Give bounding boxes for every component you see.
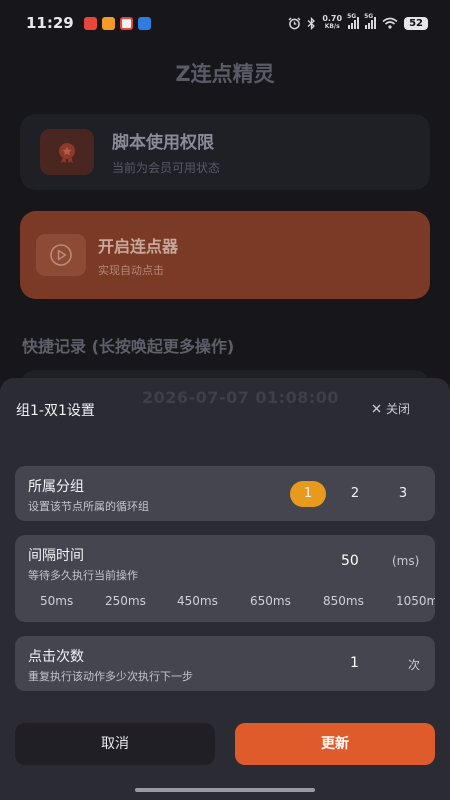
close-label: 关闭 (386, 402, 411, 416)
cancel-button[interactable]: 取消 (15, 723, 215, 765)
app-orange-icon (101, 16, 115, 30)
count-title: 点击次数 (28, 649, 84, 665)
start-title: 开启连点器 (98, 236, 179, 256)
sheet-title: 组1-双1设置 (16, 403, 95, 419)
interval-subtitle: 等待多久执行当前操作 (28, 569, 138, 582)
settings-sheet: 2026-07-07 01:08:00 组1-双1设置 关闭 所属分组 设置该节… (0, 378, 450, 800)
interval-unit: (ms) (392, 554, 420, 568)
preset-option[interactable]: 50ms (40, 594, 73, 608)
close-icon (372, 404, 381, 413)
status-time: 11:29 (26, 14, 74, 32)
permission-title: 脚本使用权限 (112, 133, 214, 153)
wifi-icon (382, 17, 398, 29)
status-bar: 11:29 0.70 KB/s 5G 5G 52 (0, 0, 450, 46)
interval-panel: 间隔时间 等待多久执行当前操作 50 (ms) 50ms 250ms 450ms… (15, 535, 435, 622)
count-unit: 次 (408, 658, 421, 672)
signal-icon: 5G (347, 13, 360, 29)
permission-text: 脚本使用权限 当前为会员可用状态 (112, 128, 220, 176)
interval-title: 间隔时间 (28, 548, 84, 564)
play-icon (36, 234, 86, 276)
interval-presets: 50ms 250ms 450ms 650ms 850ms 1050ms (15, 594, 435, 610)
app-red-icon (83, 16, 97, 30)
preset-option[interactable]: 1050ms (396, 594, 435, 608)
count-subtitle: 重复执行该动作多少次执行下一步 (28, 670, 193, 683)
permission-subtitle: 当前为会员可用状态 (112, 161, 221, 175)
start-clicker-card[interactable]: 开启连点器 实现自动点击 (20, 211, 430, 299)
preset-option[interactable]: 450ms (177, 594, 218, 608)
close-button[interactable]: 关闭 (372, 400, 410, 417)
net-speed-unit: KB/s (324, 23, 340, 30)
count-input[interactable]: 1 (350, 655, 359, 671)
count-panel: 点击次数 重复执行该动作多少次执行下一步 1 次 (15, 636, 435, 691)
bluetooth-icon (307, 16, 316, 30)
signal-icon: 5G (364, 13, 377, 29)
app-blue-icon (137, 16, 151, 30)
group-subtitle: 设置该节点所属的循环组 (28, 500, 149, 513)
group-option-3[interactable]: 3 (385, 481, 421, 507)
home-indicator[interactable] (135, 788, 315, 792)
records-section-title: 快捷记录 (长按唤起更多操作) (22, 337, 235, 356)
signal-label: 5G (364, 13, 374, 20)
group-title: 所属分组 (28, 479, 84, 495)
battery-icon: 52 (404, 16, 428, 30)
notification-icons (83, 16, 151, 30)
group-option-1[interactable]: 1 (290, 481, 326, 507)
net-speed: 0.70 KB/s (322, 15, 342, 31)
group-panel: 所属分组 设置该节点所属的循环组 1 2 3 (15, 466, 435, 521)
net-speed-value: 0.70 (322, 14, 343, 23)
preset-option[interactable]: 650ms (250, 594, 291, 608)
update-button[interactable]: 更新 (235, 723, 435, 765)
signal-label: 5G (347, 13, 357, 20)
preset-option[interactable]: 850ms (323, 594, 364, 608)
preset-option[interactable]: 250ms (105, 594, 146, 608)
interval-input[interactable]: 50 (341, 553, 359, 569)
app-red-wave-icon (119, 16, 133, 30)
app-title: Z连点精灵 (175, 62, 275, 86)
permission-card[interactable]: 脚本使用权限 当前为会员可用状态 (20, 114, 430, 190)
start-subtitle: 实现自动点击 (98, 263, 164, 277)
medal-icon (40, 129, 94, 175)
alarm-icon (288, 17, 301, 29)
status-indicators: 0.70 KB/s 5G 5G 52 (288, 13, 428, 31)
record-time-behind: 2026-07-07 01:08:00 (142, 388, 340, 407)
group-option-2[interactable]: 2 (337, 481, 373, 507)
start-text: 开启连点器 实现自动点击 (98, 233, 178, 278)
